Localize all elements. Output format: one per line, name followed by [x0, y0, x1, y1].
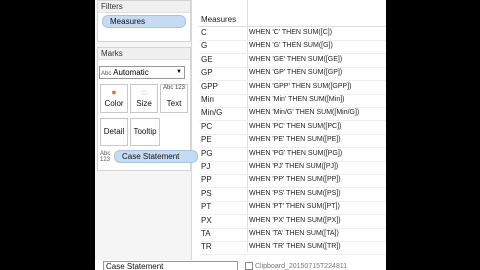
row-value: WHEN 'Min' THEN SUM([Min])	[249, 96, 345, 103]
tooltip-label: Tooltip	[133, 127, 157, 136]
measures-header: Measures	[201, 15, 237, 24]
row-value: WHEN 'PC' THEN SUM([PC])	[249, 122, 342, 130]
calc-name-input[interactable]: Case Statement	[103, 261, 238, 270]
row-value: WHEN 'C' THEN SUM([C])	[249, 29, 333, 36]
table-row: PP WHEN 'PP' THEN SUM([PP])	[199, 174, 386, 189]
row-value: WHEN 'TA' THEN SUM([TA])	[249, 230, 339, 237]
row-value: WHEN 'TR' THEN SUM([TR])	[249, 243, 341, 251]
table-row: C WHEN 'C' THEN SUM([C])	[199, 27, 386, 41]
table-row: Min WHEN 'Min' THEN SUM([Min])	[199, 94, 386, 108]
size-icon: ◌	[141, 87, 147, 97]
row-measure-name: PT	[201, 202, 212, 212]
row-value: WHEN 'GE' THEN SUM([GE])	[249, 55, 343, 63]
filters-title: Filters	[98, 1, 190, 13]
table-row: PE WHEN 'PE' THEN SUM([PE])	[199, 134, 386, 149]
bottom-bar: Case Statement Clipboard_20150715T224811	[95, 260, 386, 270]
table-row: GE WHEN 'GE' THEN SUM([GE])	[199, 54, 386, 68]
table-row: PJ WHEN 'PJ' THEN SUM([PJ])	[199, 161, 386, 175]
clipboard-text: Clipboard_20150715T224811	[255, 262, 348, 270]
row-value: WHEN 'Min/G' THEN SUM([Min/G])	[249, 109, 360, 117]
size-button[interactable]: ◌ Size	[130, 84, 158, 113]
row-measure-name: PG	[201, 148, 213, 158]
table-row: GPP WHEN 'GPP' THEN SUM([GPP])	[199, 81, 386, 95]
row-measure-name: C	[201, 28, 207, 37]
table-row: PT WHEN 'PT' THEN SUM([PT])	[199, 201, 386, 216]
row-value: WHEN 'PT' THEN SUM([PT])	[249, 203, 340, 211]
row-value: WHEN 'PE' THEN SUM([PE])	[249, 136, 341, 144]
mark-type-value: Automatic	[113, 68, 149, 77]
row-measure-name: PS	[201, 188, 212, 198]
table-row: GP WHEN 'GP' THEN SUM([GP])	[199, 67, 386, 82]
text-field-icon: Abc 123	[100, 151, 111, 163]
chevron-down-icon: ▼	[176, 69, 182, 75]
row-value: WHEN 'PX' THEN SUM([PX])	[249, 216, 341, 224]
table-header: Measures	[199, 0, 386, 27]
row-measure-name: PP	[201, 175, 212, 185]
clipboard-label: Clipboard_20150715T224811	[245, 262, 347, 270]
data-table: Measures C WHEN 'C' THEN SUM([C]) G WHEN 'G…	[199, 0, 386, 256]
abc-icon: Abc	[101, 71, 112, 77]
mark-type-select[interactable]: Abc Automatic ▼	[99, 66, 185, 79]
text-icon: Abc 123	[162, 85, 186, 91]
detail-label: Detail	[103, 127, 125, 136]
table-row: G WHEN 'G' THEN SUM([G])	[199, 40, 386, 55]
row-measure-name: GP	[201, 68, 213, 78]
color-icon: ●	[111, 87, 117, 97]
table-row: PX WHEN 'PX' THEN SUM([PX])	[199, 215, 386, 229]
clipboard-icon	[245, 262, 253, 270]
row-value: WHEN 'PS' THEN SUM([PS])	[249, 189, 341, 197]
row-measure-name: TA	[201, 229, 211, 238]
app-window: Filters Measures Marks Abc Automatic ▼ ●…	[95, 0, 386, 270]
row-measure-name: TR	[201, 242, 212, 252]
row-measure-name: Min/G	[201, 108, 223, 118]
row-value: WHEN 'GPP' THEN SUM([GPP])	[249, 82, 352, 90]
filters-card: Filters Measures	[97, 0, 191, 42]
case-statement-pill[interactable]: Case Statement	[114, 150, 198, 163]
text-label: Text	[166, 99, 182, 108]
tooltip-button[interactable]: Tooltip	[130, 118, 160, 146]
row-measure-name: PX	[201, 215, 212, 225]
row-measure-name: PJ	[201, 162, 211, 171]
row-value: WHEN 'PP' THEN SUM([PP])	[249, 176, 341, 184]
row-measure-name: GPP	[201, 81, 218, 91]
text-button[interactable]: Abc 123 Text	[160, 84, 188, 113]
filter-pill-measures[interactable]: Measures	[102, 15, 186, 28]
row-value: WHEN 'PJ' THEN SUM([PJ])	[249, 163, 339, 170]
table-row: TA WHEN 'TA' THEN SUM([TA])	[199, 228, 386, 242]
left-panel: Filters Measures Marks Abc Automatic ▼ ●…	[95, 0, 198, 260]
row-measure-name: PE	[201, 135, 212, 145]
row-value: WHEN 'G' THEN SUM([G])	[249, 42, 333, 50]
table-row: Min/G WHEN 'Min/G' THEN SUM([Min/G])	[199, 107, 386, 122]
table-row: PC WHEN 'PC' THEN SUM([PC])	[199, 121, 386, 135]
table-row: PS WHEN 'PS' THEN SUM([PS])	[199, 188, 386, 202]
size-label: Size	[136, 99, 152, 108]
color-label: Color	[104, 99, 124, 108]
marks-title: Marks	[98, 48, 190, 60]
row-measure-name: PC	[201, 121, 213, 131]
row-measure-name: GE	[201, 54, 213, 64]
table-row: PG WHEN 'PG' THEN SUM([PG])	[199, 148, 386, 162]
row-measure-name: Min	[201, 95, 214, 104]
color-button[interactable]: ● Color	[100, 84, 128, 113]
row-value: WHEN 'GP' THEN SUM([GP])	[249, 69, 343, 77]
row-value: WHEN 'PG' THEN SUM([PG])	[249, 149, 343, 157]
row-measure-name: G	[201, 41, 208, 51]
table-row: TR WHEN 'TR' THEN SUM([TR])	[199, 241, 386, 256]
detail-button[interactable]: Detail	[100, 118, 128, 146]
